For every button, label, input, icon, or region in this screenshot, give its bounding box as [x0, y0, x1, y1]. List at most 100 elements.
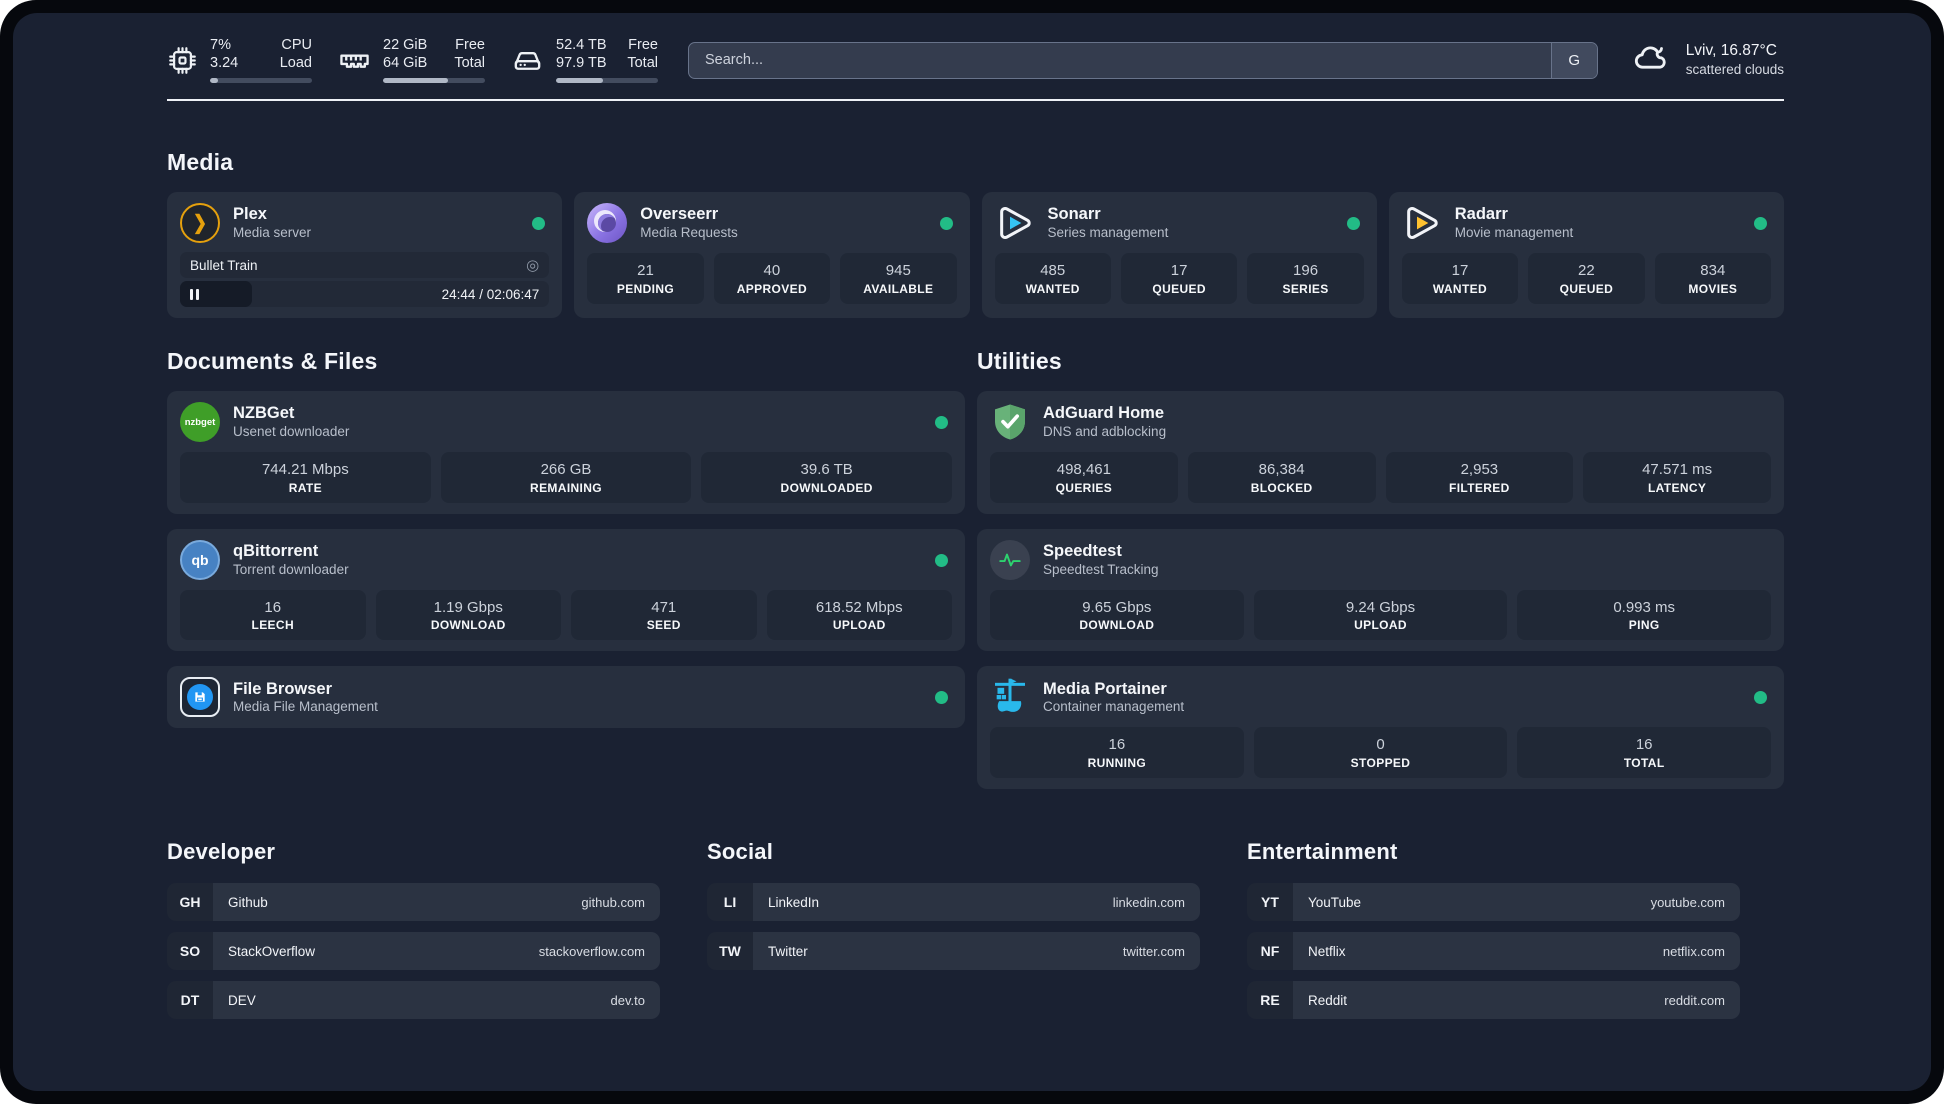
bookmark-name: StackOverflow [228, 943, 316, 959]
app-subtitle: DNS and adblocking [1043, 423, 1167, 439]
bookmark-url: linkedin.com [1112, 894, 1185, 910]
app-subtitle: Container management [1043, 699, 1185, 715]
stat-label: DOWNLOAD [1079, 618, 1155, 633]
cpu-load-value: 3.24 [210, 55, 239, 71]
stat-tile: 744.21 Mbps RATE [180, 452, 431, 503]
search-input[interactable] [689, 42, 1551, 78]
qbittorrent-icon: qb [180, 539, 220, 580]
stat-tile: 9.65 Gbps DOWNLOAD [990, 589, 1244, 641]
search-engine-button[interactable]: G [1550, 42, 1597, 78]
app-card-speedtest[interactable]: Speedtest Speedtest Tracking 9.65 Gbps D… [977, 528, 1784, 652]
stat-tile: 16 RUNNING [990, 727, 1244, 779]
bookmark-linkedin[interactable]: LI LinkedIn linkedin.com [707, 883, 1200, 922]
ram-free-value: 22 GiB [383, 37, 428, 54]
bookmark-twitter[interactable]: TW Twitter twitter.com [707, 932, 1200, 971]
cpu-stat: 7% 3.24 CPU Load [167, 37, 312, 83]
stat-label: SERIES [1282, 281, 1329, 296]
stat-value: 0.993 ms [1613, 598, 1676, 616]
bookmark-netflix[interactable]: NF Netflix netflix.com [1247, 932, 1740, 971]
playback-progress-bar[interactable]: 24:44 / 02:06:47 [180, 281, 550, 307]
stat-label: TOTAL [1623, 755, 1665, 770]
section-title-utilities: Utilities [977, 348, 1062, 374]
bookmark-youtube[interactable]: YT YouTube youtube.com [1247, 883, 1740, 922]
stat-value: 618.52 Mbps [815, 598, 903, 616]
bookmark-stackoverflow[interactable]: SO StackOverflow stackoverflow.com [167, 932, 660, 971]
app-name: Media Portainer [1043, 679, 1167, 698]
pause-icon[interactable] [190, 288, 199, 300]
section-title-documents: Documents & Files [167, 348, 378, 374]
app-card-radarr[interactable]: Radarr Movie management 17 WANTED 22 QUE… [1388, 192, 1784, 318]
storage-progress-bar [556, 77, 658, 83]
app-subtitle: Media Requests [640, 224, 738, 240]
ram-total-value: 64 GiB [383, 55, 428, 71]
search-bar[interactable]: G [688, 41, 1598, 79]
bookmark-url: netflix.com [1662, 943, 1725, 959]
stat-label: LATENCY [1647, 480, 1707, 495]
cpu-load-label: Load [279, 55, 312, 71]
stat-value: 16 [1108, 736, 1126, 754]
stat-tile: 945 AVAILABLE [840, 253, 957, 304]
bookmark-name: Github [228, 894, 268, 910]
status-online-dot [935, 416, 948, 429]
weather-widget: Lviv, 16.87°C scattered clouds [1632, 38, 1784, 83]
stat-value: 266 GB [540, 461, 592, 478]
bookmark-abbr: YT [1247, 883, 1293, 922]
header-divider [167, 99, 1784, 101]
stat-value: 22 [1578, 262, 1595, 279]
stat-value: 39.6 TB [800, 461, 853, 478]
documents-column: Documents & Files nzbget NZBGet Usenet d… [167, 348, 965, 789]
stat-tile: 39.6 TB DOWNLOADED [701, 452, 953, 503]
app-card-qbittorrent[interactable]: qb qBittorrent Torrent downloader 16 LEE… [167, 528, 965, 652]
session-icon[interactable]: ◎ [526, 258, 539, 273]
bookmark-name: DEV [228, 992, 256, 1008]
stat-label: FILTERED [1449, 480, 1510, 495]
dashboard: 7% 3.24 CPU Load 22 GiB 64 GiB Free Tota… [13, 13, 1931, 1091]
now-playing-title: Bullet Train [190, 257, 258, 273]
stat-tile: 16 LEECH [180, 589, 366, 641]
app-card-adguard[interactable]: AdGuard Home DNS and adblocking 498,461 … [977, 391, 1784, 514]
app-card-sonarr[interactable]: Sonarr Series management 485 WANTED 17 Q… [981, 192, 1377, 318]
app-card-plex[interactable]: ❯ Plex Media server Bullet Train ◎ 24:44… [167, 192, 563, 318]
app-card-nzbget[interactable]: nzbget NZBGet Usenet downloader 744.21 M… [167, 391, 965, 514]
bookmark-reddit[interactable]: RE Reddit reddit.com [1247, 981, 1740, 1020]
section-title-social: Social [707, 839, 774, 865]
stat-label: QUEUED [1152, 281, 1206, 296]
bookmark-name: YouTube [1308, 894, 1362, 910]
stat-tile: 40 APPROVED [713, 253, 831, 304]
stat-label: REMAINING [530, 480, 602, 495]
ram-free-label: Free [455, 37, 485, 54]
weather-condition: scattered clouds [1685, 62, 1784, 78]
bookmark-url: youtube.com [1650, 894, 1725, 910]
floppy-icon [187, 684, 213, 711]
bookmark-url: stackoverflow.com [538, 943, 645, 959]
speedtest-icon [990, 539, 1030, 580]
app-card-portainer[interactable]: Media Portainer Container management 16 … [977, 666, 1784, 790]
bookmark-github[interactable]: GH Github github.com [167, 883, 660, 922]
bookmark-name: Netflix [1308, 943, 1346, 959]
bookmarks-grid: Developer GH Github github.com SO StackO… [167, 839, 1784, 1030]
app-name: NZBGet [233, 404, 295, 423]
app-card-overseerr[interactable]: Overseerr Media Requests 21 PENDING 40 A… [574, 192, 970, 318]
stat-value: 17 [1451, 262, 1469, 279]
stat-label: APPROVED [736, 281, 807, 296]
stat-label: WANTED [1432, 281, 1488, 296]
app-card-filebrowser[interactable]: File Browser Media File Management [167, 666, 965, 729]
bookmark-group-developer: Developer GH Github github.com SO StackO… [167, 839, 660, 1030]
app-name: Overseerr [640, 205, 719, 224]
stat-label: RUNNING [1087, 755, 1147, 770]
stat-tile: 485 WANTED [994, 253, 1111, 304]
ram-total-label: Total [454, 55, 485, 71]
bookmark-dev[interactable]: DT DEV dev.to [167, 981, 660, 1020]
top-bar: 7% 3.24 CPU Load 22 GiB 64 GiB Free Tota… [167, 37, 1784, 83]
stat-label: DOWNLOADED [780, 480, 873, 495]
bookmark-abbr: SO [167, 932, 213, 971]
stat-tile: 86,384 BLOCKED [1187, 452, 1376, 503]
stat-label: RATE [288, 480, 322, 495]
bookmark-group-social: Social LI LinkedIn linkedin.com TW Twitt… [707, 839, 1200, 1030]
stat-value: 21 [637, 262, 654, 279]
stat-value: 744.21 Mbps [261, 461, 349, 478]
stat-value: 945 [885, 262, 911, 279]
stat-value: 9.24 Gbps [1345, 598, 1416, 616]
bookmark-abbr: NF [1247, 932, 1293, 971]
cpu-progress-bar [210, 77, 312, 83]
